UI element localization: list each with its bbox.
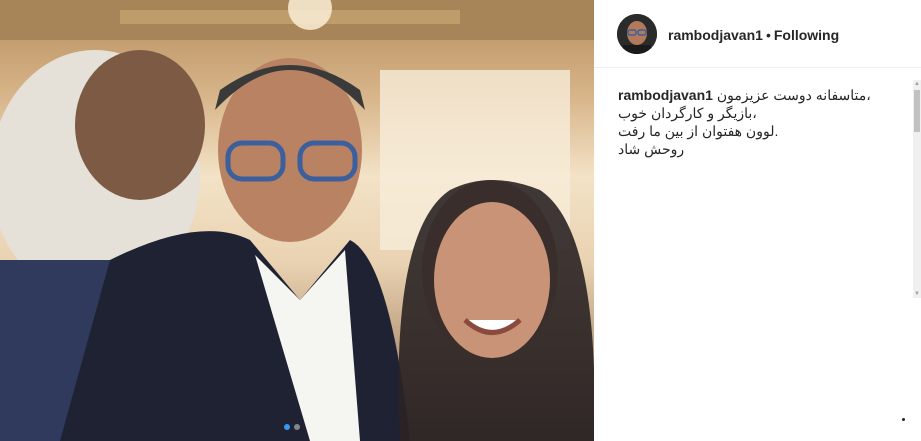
post-sidebar: rambodjavan1 • Following rambodjavan1 متاس… — [594, 0, 921, 441]
following-button[interactable]: Following — [774, 27, 839, 43]
dot-marker — [902, 418, 905, 421]
caption-line-4: روحش شاد — [618, 141, 685, 157]
header-separator: • — [765, 27, 771, 43]
instagram-post: rambodjavan1 • Following rambodjavan1 متاس… — [0, 0, 921, 441]
carousel-dot[interactable] — [294, 424, 300, 430]
avatar[interactable] — [617, 14, 657, 54]
beard-man-face — [75, 50, 205, 200]
avatar-image — [617, 14, 657, 54]
caption-line-1: متاسفانه دوست عزیزمون، — [716, 87, 871, 103]
post-photo[interactable] — [0, 0, 594, 441]
post-caption: rambodjavan1 متاسفانه دوست عزیزمون، بازی… — [618, 86, 886, 158]
selfie-photo-illustration — [0, 0, 594, 441]
carousel-indicator — [284, 424, 300, 430]
caption-username[interactable]: rambodjavan1 — [618, 87, 713, 103]
post-header: rambodjavan1 • Following — [594, 0, 921, 68]
header-username[interactable]: rambodjavan1 — [668, 27, 763, 43]
caption-line-2: بازیگر و کارگردان خوب، — [618, 105, 757, 121]
header-text: rambodjavan1 • Following — [668, 27, 839, 43]
scroll-down-arrow-icon[interactable]: ▼ — [913, 290, 921, 298]
scroll-up-arrow-icon[interactable]: ▲ — [913, 80, 921, 88]
scrollbar-thumb[interactable] — [914, 90, 920, 132]
carousel-dot-active[interactable] — [284, 424, 290, 430]
comments-scrollbar[interactable]: ▲ ▼ — [913, 80, 921, 298]
caption-line-3: لوون هفتوان از بین ما رفت. — [618, 123, 779, 139]
